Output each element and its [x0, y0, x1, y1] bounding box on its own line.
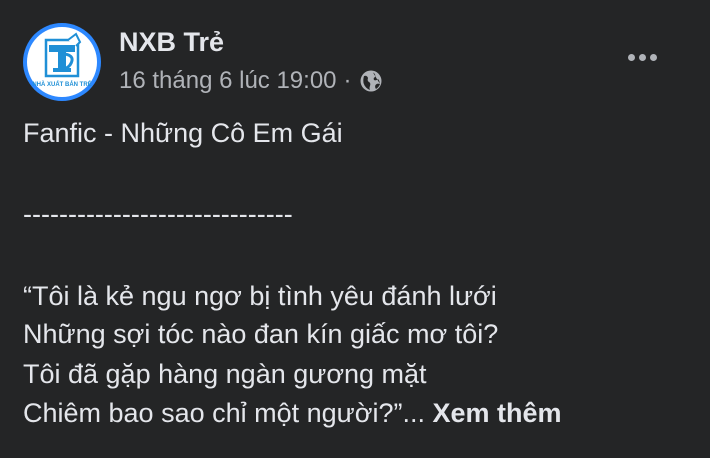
- post-line-4: Chiêm bao sao chỉ một người?”... Xem thê…: [23, 398, 562, 429]
- more-dot: [627, 53, 635, 61]
- page-avatar[interactable]: NHÀ XUẤT BẢN TRẺ: [23, 23, 101, 101]
- meta-separator: ·: [343, 67, 352, 94]
- post-line-4-text: Chiêm bao sao chỉ một người?”...: [23, 398, 425, 428]
- post-meta: 16 tháng 6 lúc 19:00 ·: [119, 67, 383, 95]
- post-timestamp[interactable]: 16 tháng 6 lúc 19:00: [119, 67, 337, 95]
- page-name-link[interactable]: NXB Trẻ: [119, 27, 224, 58]
- logo-text: NHÀ XUẤT BẢN TRẺ: [32, 81, 91, 88]
- globe-icon[interactable]: [359, 69, 383, 93]
- post-line-3: Tôi đã gặp hàng ngàn gương mặt: [23, 359, 427, 389]
- more-dot: [649, 53, 657, 61]
- post-divider: ------------------------------: [23, 199, 293, 229]
- post-line-1: “Tôi là kẻ ngu ngơ bị tình yêu đánh lưới: [23, 281, 497, 311]
- post-line-2: Những sợi tóc nào đan kín giấc mơ tôi?: [23, 319, 499, 349]
- facebook-post: NHÀ XUẤT BẢN TRẺ NXB Trẻ 16 tháng 6 lúc …: [0, 0, 710, 458]
- more-dot: [638, 53, 646, 61]
- see-more-button[interactable]: Xem thêm: [432, 398, 561, 428]
- more-options-icon[interactable]: [616, 41, 668, 73]
- post-title: Fanfic - Những Cô Em Gái: [23, 118, 343, 148]
- publisher-logo: NHÀ XUẤT BẢN TRẺ: [27, 27, 97, 97]
